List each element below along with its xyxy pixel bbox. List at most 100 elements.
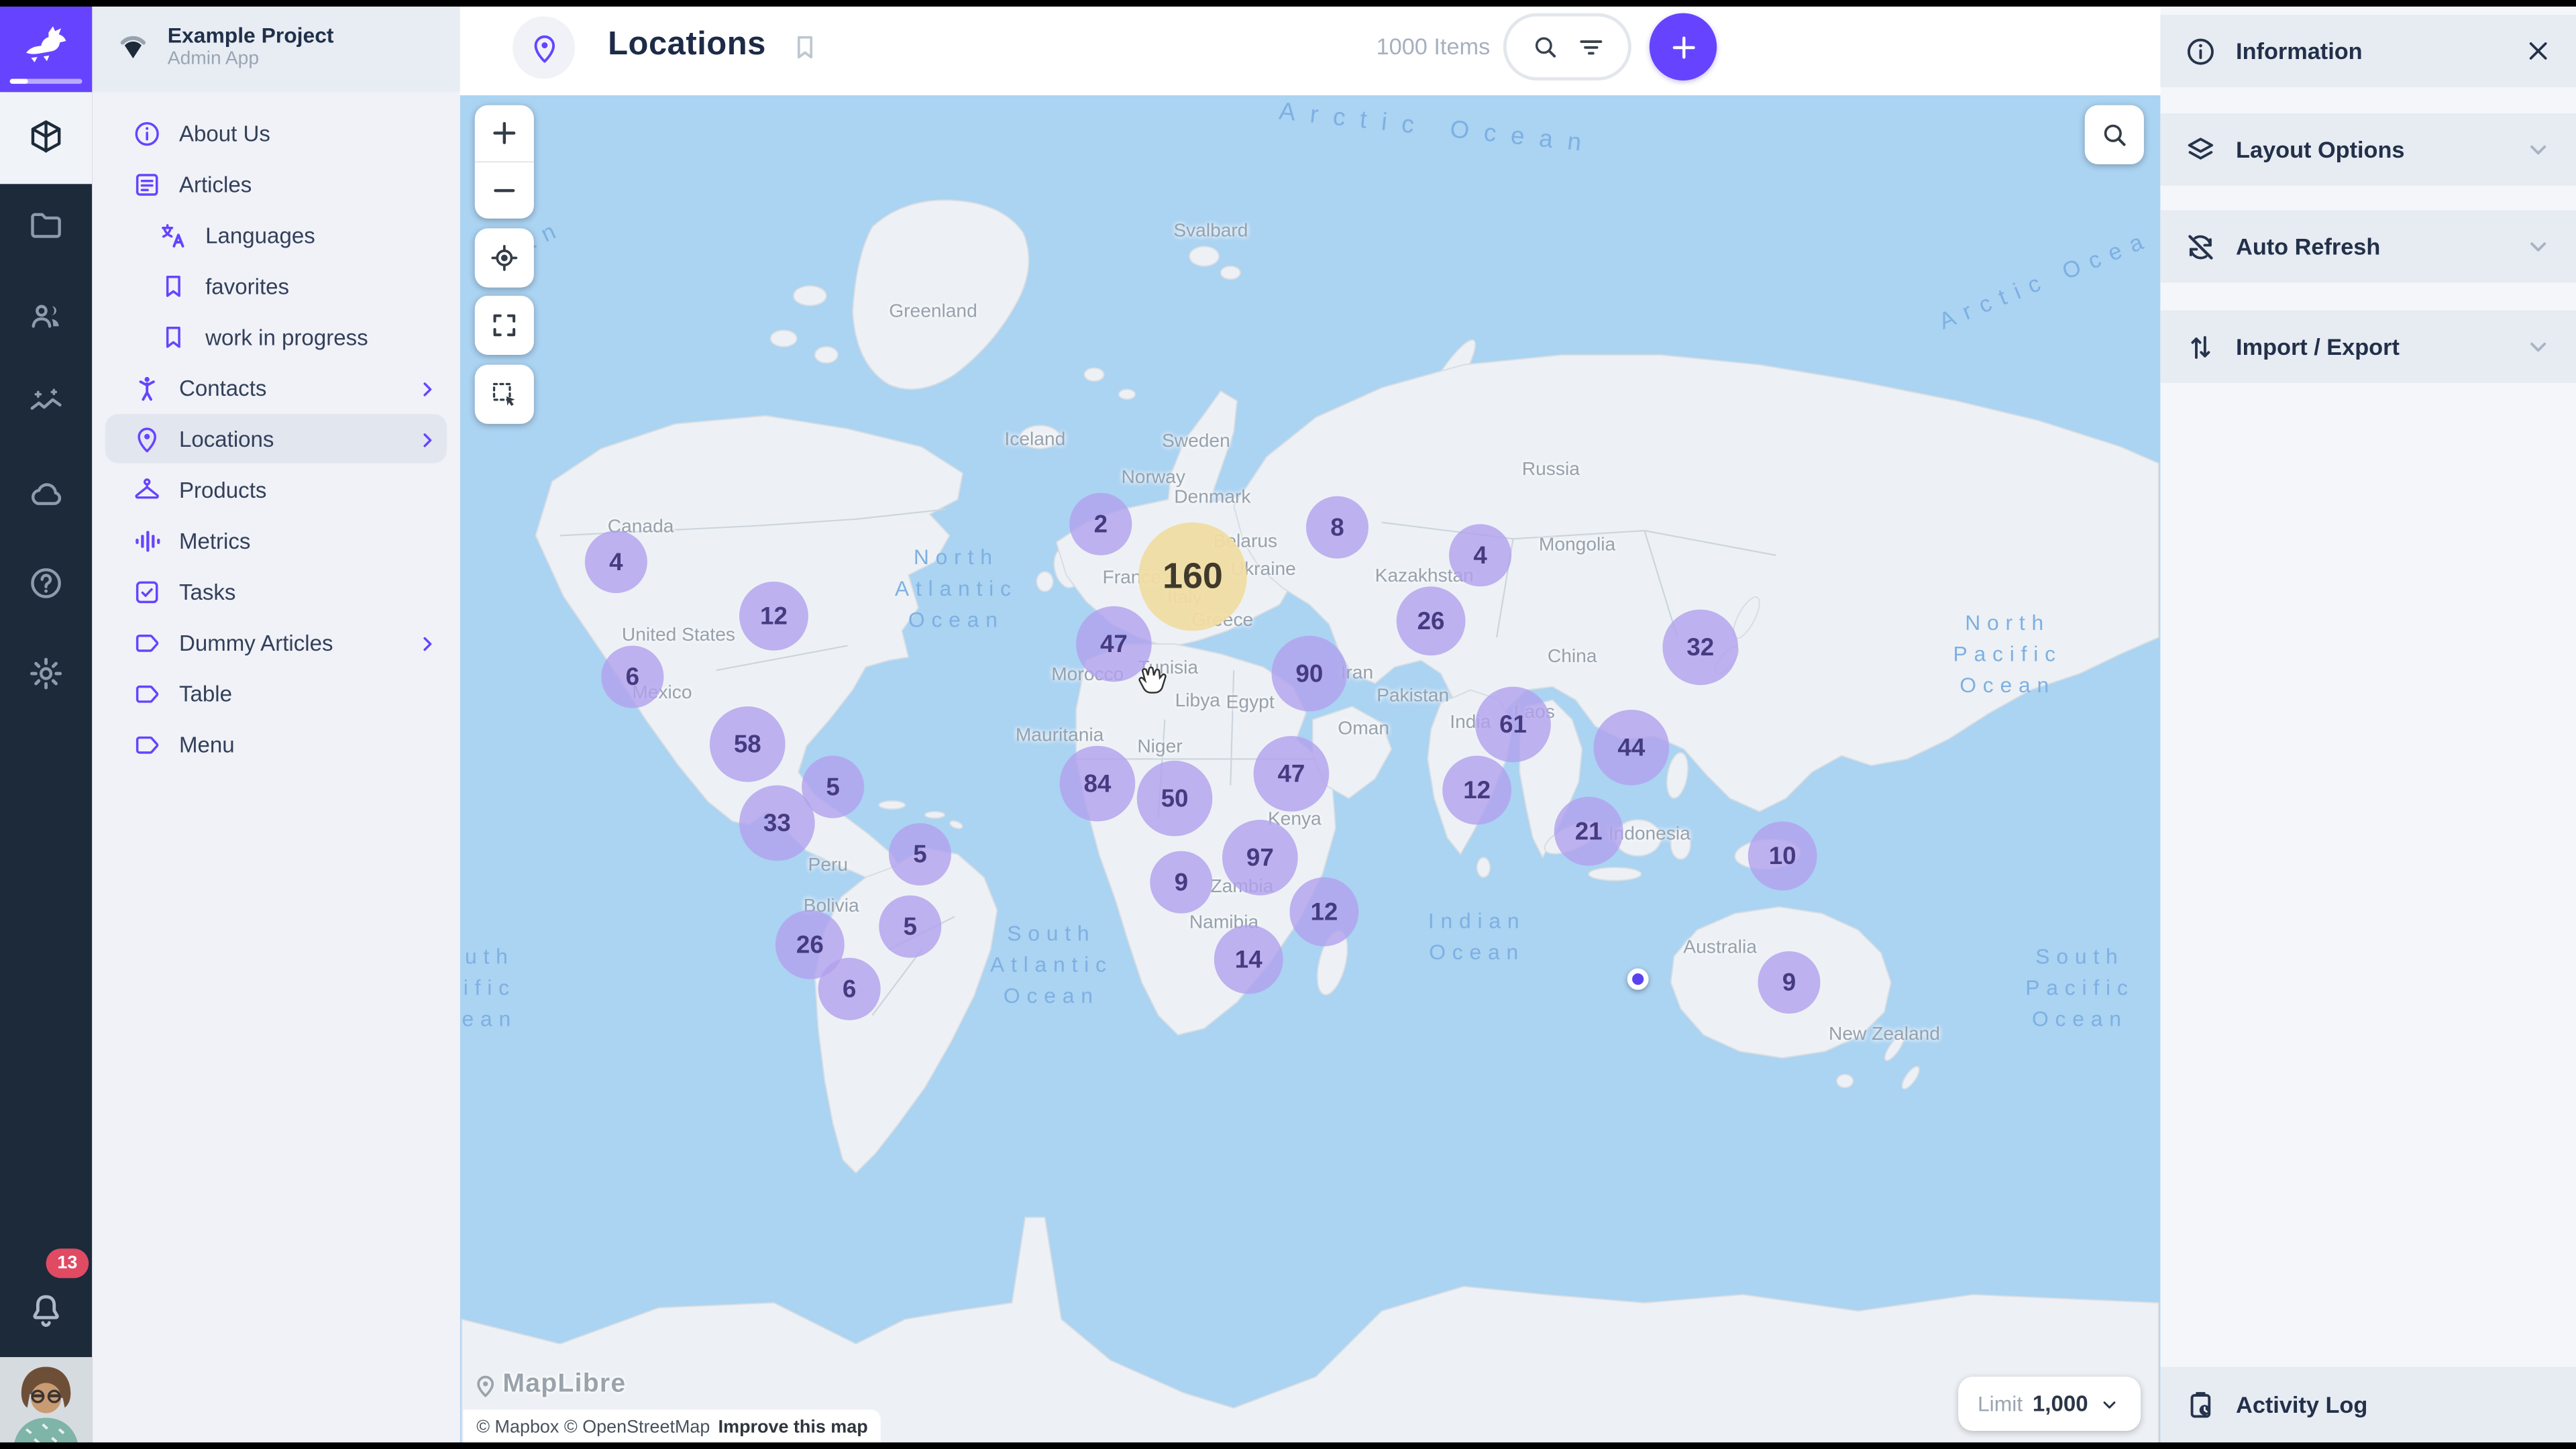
label-icon [131, 628, 163, 659]
map-cluster-9[interactable]: 9 [1758, 951, 1820, 1014]
map-cluster-21[interactable]: 21 [1554, 797, 1623, 866]
sidebar-item-articles[interactable]: Articles [92, 160, 460, 211]
chevron-down-icon[interactable] [2524, 135, 2553, 164]
fullscreen-button[interactable] [475, 296, 534, 355]
sidebar-item-table[interactable]: Table [92, 669, 460, 720]
chevron-down-icon[interactable] [2524, 231, 2553, 261]
map-cluster-97[interactable]: 97 [1222, 820, 1298, 896]
panel-section-label: Layout Options [2236, 136, 2404, 162]
add-item-button[interactable] [1650, 13, 1717, 80]
chevron-right-icon[interactable] [414, 376, 440, 402]
map-cluster-4[interactable]: 4 [585, 531, 647, 593]
map-cluster-10[interactable]: 10 [1748, 821, 1817, 890]
project-subtitle: Admin App [168, 47, 334, 70]
map-cluster-90[interactable]: 90 [1272, 636, 1348, 712]
panel-section-layout-options[interactable]: Layout Options [2160, 113, 2576, 186]
country-label: New Zealand [1829, 1025, 1940, 1044]
panel-section-activity-log[interactable]: Activity Log [2160, 1367, 2576, 1443]
zoom-out-button[interactable] [475, 162, 534, 218]
improve-map-link[interactable]: Improve this map [718, 1417, 868, 1437]
chevron-right-icon[interactable] [414, 630, 440, 656]
sidebar-module-users-module[interactable] [0, 270, 92, 359]
layers-icon [2184, 132, 2218, 166]
sidebar-module-cloud-module[interactable] [0, 449, 92, 538]
label-icon [131, 678, 163, 710]
map-cluster-33[interactable]: 33 [739, 786, 815, 861]
map-cluster-26[interactable]: 26 [1397, 586, 1466, 655]
sidebar-item-label: Table [179, 682, 232, 706]
logo-loading-bar [10, 79, 83, 84]
sidebar-module-insights-module[interactable] [0, 360, 92, 448]
sidebar-module-content-module[interactable] [0, 92, 92, 180]
map-cluster-12[interactable]: 12 [1289, 877, 1358, 947]
task-icon [131, 577, 163, 608]
map-cluster-5[interactable]: 5 [889, 823, 951, 885]
map-cluster-6[interactable]: 6 [818, 958, 881, 1020]
map-cluster-6[interactable]: 6 [601, 645, 663, 708]
map-cluster-160[interactable]: 160 [1138, 523, 1247, 631]
sidebar-module-help-module[interactable] [0, 539, 92, 627]
sidebar-module-settings-module[interactable] [0, 629, 92, 717]
letterbox-bottom [0, 1442, 2576, 1449]
map-cluster-32[interactable]: 32 [1662, 610, 1738, 686]
sidebar-item-favorites[interactable]: favorites [92, 261, 460, 312]
zoom-in-button[interactable] [475, 105, 534, 161]
map-cluster-47[interactable]: 47 [1254, 736, 1330, 812]
sidebar-item-languages[interactable]: Languages [92, 210, 460, 261]
map-cluster-50[interactable]: 50 [1137, 761, 1213, 837]
map-canvas[interactable]: GreenlandSvalbardIcelandNorwaySwedenDenm… [460, 95, 2161, 1449]
country-label: China [1548, 647, 1597, 667]
map-cluster-12[interactable]: 12 [1442, 756, 1511, 825]
sidebar-item-label: Articles [179, 172, 252, 197]
sidebar-item-tasks[interactable]: Tasks [92, 567, 460, 618]
geolocate-button[interactable] [475, 228, 534, 287]
map-cluster-2[interactable]: 2 [1069, 493, 1132, 555]
collection-icon-button[interactable] [513, 16, 575, 78]
sidebar-item-contacts[interactable]: Contacts [92, 363, 460, 414]
project-switcher[interactable]: Example Project Admin App [92, 0, 460, 92]
map-attribution[interactable]: © Mapbox © OpenStreetMap Improve this ma… [464, 1409, 881, 1446]
single-point-marker[interactable] [1627, 969, 1649, 990]
map-cluster-4[interactable]: 4 [1449, 524, 1511, 586]
user-avatar[interactable] [0, 1357, 92, 1449]
panel-section-information[interactable]: Information [2160, 15, 2576, 87]
country-label: Norway [1121, 468, 1185, 488]
panel-section-auto-refresh[interactable]: Auto Refresh [2160, 210, 2576, 282]
map-cluster-12[interactable]: 12 [739, 582, 808, 651]
map-cluster-9[interactable]: 9 [1150, 851, 1212, 914]
sidebar-item-menu[interactable]: Menu [92, 720, 460, 771]
map-cluster-84[interactable]: 84 [1060, 746, 1136, 822]
search-filter-button[interactable] [1503, 13, 1631, 80]
map-cluster-5[interactable]: 5 [879, 896, 941, 958]
ocean-label: uthificean [462, 941, 518, 1034]
sidebar-item-locations[interactable]: Locations [92, 414, 460, 465]
map-cluster-14[interactable]: 14 [1214, 925, 1283, 994]
module-bar: 13 [0, 0, 92, 1449]
notifications-button[interactable]: 13 [0, 1265, 92, 1357]
translate-icon [158, 220, 189, 252]
limit-dropdown[interactable]: Limit 1,000 [1958, 1377, 2141, 1431]
hanger-icon [131, 475, 163, 506]
map-cluster-47[interactable]: 47 [1076, 606, 1152, 682]
notification-badge: 13 [46, 1248, 89, 1278]
close-icon[interactable] [2524, 36, 2553, 66]
map-cluster-61[interactable]: 61 [1475, 687, 1551, 763]
chevron-down-icon[interactable] [2524, 332, 2553, 362]
box-select-button[interactable] [475, 365, 534, 424]
map-search-button[interactable] [2085, 105, 2144, 164]
panel-section-label: Activity Log [2236, 1391, 2367, 1417]
map-cluster-44[interactable]: 44 [1594, 710, 1670, 786]
sidebar-module-files-module[interactable] [0, 180, 92, 269]
chevron-right-icon[interactable] [414, 427, 440, 453]
sidebar-item-about-us[interactable]: About Us [92, 109, 460, 160]
map-cluster-58[interactable]: 58 [710, 706, 786, 782]
bookmark-icon[interactable] [789, 32, 822, 64]
maplibre-logo[interactable]: MapLibre [473, 1370, 626, 1399]
sidebar-item-dummy-articles[interactable]: Dummy Articles [92, 618, 460, 669]
sidebar-item-work-in-progress[interactable]: work in progress [92, 312, 460, 363]
panel-section-import-export[interactable]: Import / Export [2160, 311, 2576, 383]
map-cluster-8[interactable]: 8 [1306, 496, 1368, 559]
app-logo[interactable] [0, 0, 92, 92]
sidebar-item-products[interactable]: Products [92, 465, 460, 516]
sidebar-item-metrics[interactable]: Metrics [92, 516, 460, 567]
